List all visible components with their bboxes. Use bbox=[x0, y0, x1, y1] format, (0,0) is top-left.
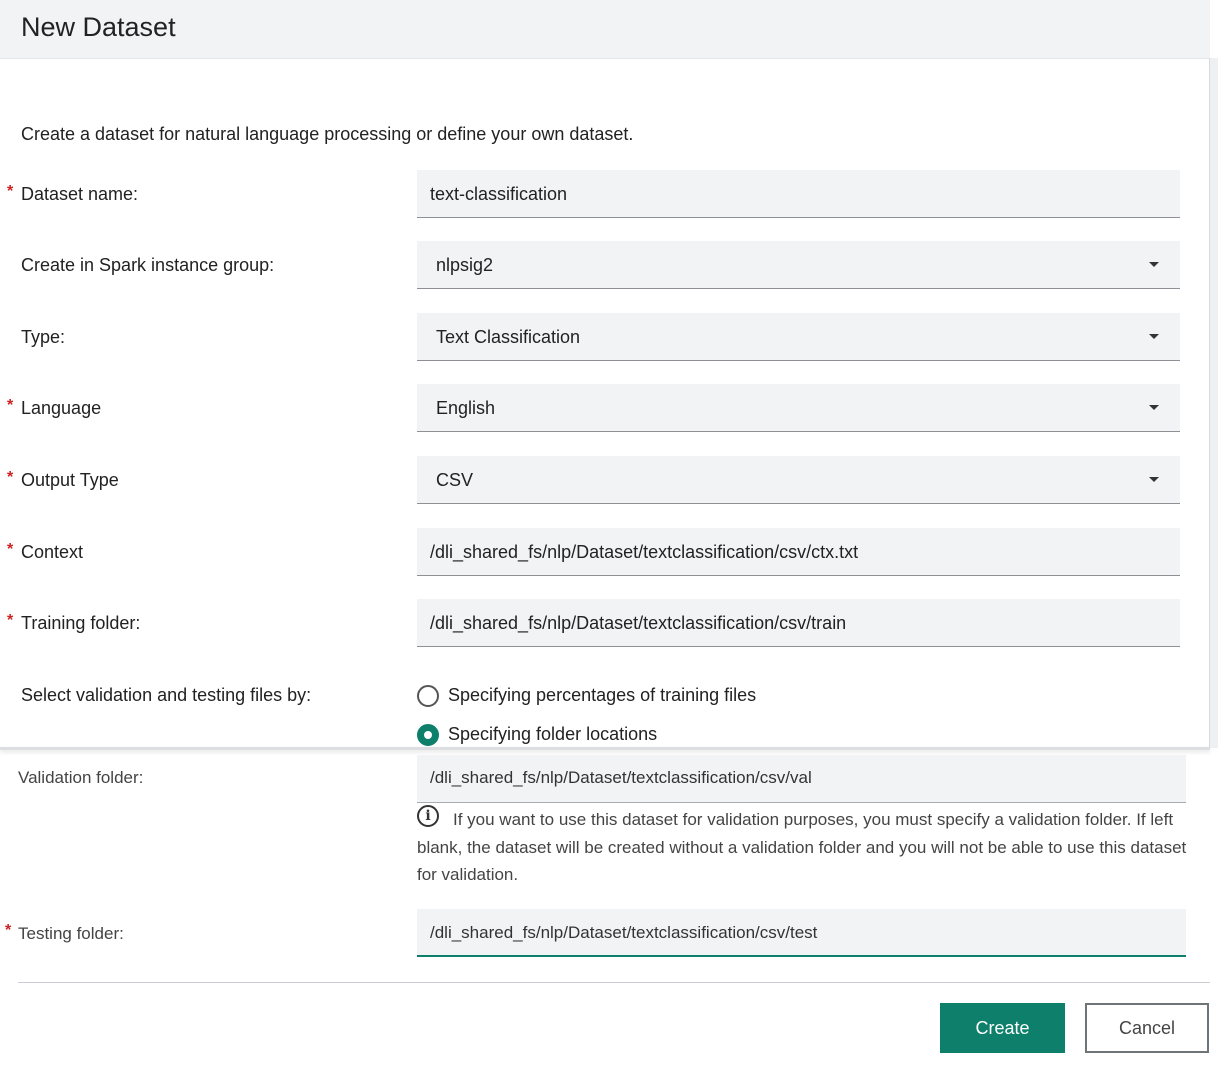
context-value: /dli_shared_fs/nlp/Dataset/textclassific… bbox=[430, 542, 859, 562]
caret-down-icon bbox=[1149, 477, 1159, 482]
output-type-value: CSV bbox=[436, 470, 474, 490]
language-value: English bbox=[436, 398, 496, 418]
dataset-name-input[interactable]: text-classification bbox=[417, 170, 1180, 218]
caret-down-icon bbox=[1149, 334, 1159, 339]
dialog-intro: Create a dataset for natural language pr… bbox=[21, 124, 634, 144]
select-by-label: Select validation and testing files by: bbox=[21, 685, 312, 705]
training-folder-label: Training folder: bbox=[21, 613, 141, 633]
required-marker: * bbox=[7, 183, 14, 200]
radio-icon bbox=[417, 685, 439, 707]
validation-folder-value: /dli_shared_fs/nlp/Dataset/textclassific… bbox=[430, 768, 812, 787]
testing-folder-input[interactable]: /dli_shared_fs/nlp/Dataset/textclassific… bbox=[417, 909, 1186, 957]
context-input[interactable]: /dli_shared_fs/nlp/Dataset/textclassific… bbox=[417, 528, 1180, 576]
footer-divider bbox=[18, 982, 1210, 983]
training-folder-input[interactable]: /dli_shared_fs/nlp/Dataset/textclassific… bbox=[417, 599, 1180, 647]
required-marker: * bbox=[7, 612, 14, 629]
type-label: Type: bbox=[21, 327, 66, 347]
validation-info-text: If you want to use this dataset for vali… bbox=[417, 810, 1187, 884]
validation-folder-label: Validation folder: bbox=[18, 768, 144, 787]
dialog-title: New Dataset bbox=[21, 12, 176, 42]
language-select[interactable]: English bbox=[417, 384, 1180, 432]
language-label: Language bbox=[21, 398, 102, 418]
spark-group-label: Create in Spark instance group: bbox=[21, 255, 275, 275]
radio-icon bbox=[417, 724, 439, 746]
scrollbar-edge[interactable] bbox=[1209, 58, 1218, 748]
spark-group-value: nlpsig2 bbox=[436, 255, 494, 275]
output-type-label: Output Type bbox=[21, 470, 119, 490]
dataset-name-label: Dataset name: bbox=[21, 184, 139, 204]
testing-folder-label: Testing folder: bbox=[18, 924, 124, 943]
cancel-button[interactable]: Cancel bbox=[1085, 1003, 1209, 1053]
testing-folder-value: /dli_shared_fs/nlp/Dataset/textclassific… bbox=[430, 923, 818, 942]
radio-folder-locations-label: Specifying folder locations bbox=[448, 724, 658, 744]
radio-percentages-label: Specifying percentages of training files bbox=[448, 685, 757, 705]
dataset-name-value: text-classification bbox=[430, 184, 568, 204]
required-marker: * bbox=[7, 541, 14, 558]
training-folder-value: /dli_shared_fs/nlp/Dataset/textclassific… bbox=[430, 613, 847, 633]
required-marker: * bbox=[5, 922, 12, 939]
required-marker: * bbox=[7, 397, 14, 414]
type-value: Text Classification bbox=[436, 327, 581, 347]
spark-group-select[interactable]: nlpsig2 bbox=[417, 241, 1180, 289]
screenshot-divider bbox=[0, 747, 1210, 750]
create-button[interactable]: Create bbox=[940, 1003, 1065, 1053]
context-label: Context bbox=[21, 542, 84, 562]
required-marker: * bbox=[7, 469, 14, 486]
dialog-header: New Dataset bbox=[0, 0, 1210, 59]
caret-down-icon bbox=[1149, 405, 1159, 410]
type-select[interactable]: Text Classification bbox=[417, 313, 1180, 361]
caret-down-icon bbox=[1149, 262, 1159, 267]
validation-folder-input[interactable]: /dli_shared_fs/nlp/Dataset/textclassific… bbox=[417, 755, 1186, 803]
output-type-select[interactable]: CSV bbox=[417, 456, 1180, 504]
